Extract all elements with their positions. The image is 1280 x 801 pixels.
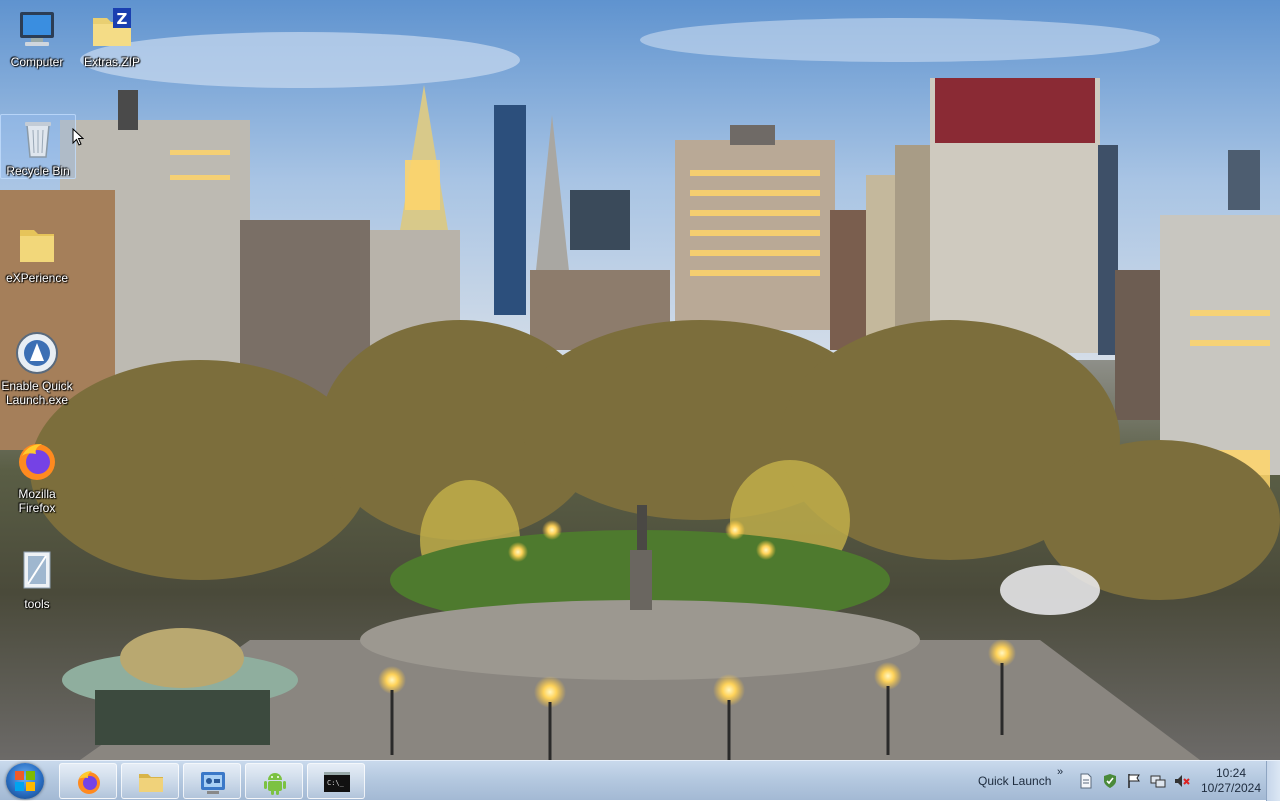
- desktop-icon-label: Computer: [10, 55, 64, 69]
- desktop-icon-experience[interactable]: eXPerience: [0, 222, 74, 285]
- control-panel-icon: [201, 772, 225, 794]
- taskbar-clock[interactable]: 10:24 10/27/2024: [1198, 766, 1264, 796]
- desktop-wallpaper: [0, 0, 1280, 760]
- clock-date: 10/27/2024: [1200, 781, 1262, 795]
- show-desktop-button[interactable]: [1266, 761, 1280, 801]
- start-button[interactable]: [6, 763, 44, 799]
- quick-launch-label[interactable]: Quick Launch: [978, 774, 1051, 788]
- tools-folder-icon: [23, 551, 51, 589]
- terminal-icon: C:\_: [324, 772, 350, 792]
- recycle-bin-icon: [25, 122, 51, 158]
- taskbar-explorer-button[interactable]: [121, 763, 179, 799]
- desktop-icon-extras-zip[interactable]: Z Extras.ZIP: [75, 6, 149, 69]
- quick-launch-chevron[interactable]: »: [1057, 766, 1063, 778]
- desktop-icon-label: Enable Quick Launch.exe: [1, 379, 73, 407]
- taskbar: C:\_ Quick Launch » 10:24 10/27/2024: [0, 760, 1280, 801]
- folder-icon: [139, 774, 163, 792]
- app-exe-icon: [16, 332, 58, 374]
- desktop-icon-label: tools: [24, 597, 50, 611]
- svg-text:Z: Z: [117, 10, 128, 28]
- wallpaper-scene: [0, 0, 1280, 760]
- taskbar-terminal-button[interactable]: C:\_: [307, 763, 365, 799]
- taskbar-control-panel-button[interactable]: [183, 763, 241, 799]
- desktop-icon-label: Mozilla Firefox: [18, 487, 56, 515]
- computer-icon: [20, 12, 54, 46]
- zip-folder-icon: Z: [93, 8, 131, 46]
- mouse-cursor-icon: [72, 128, 84, 146]
- document-icon[interactable]: [1078, 773, 1094, 789]
- network-icon[interactable]: [1150, 773, 1166, 789]
- desktop-icon-computer[interactable]: Computer: [0, 6, 74, 69]
- start-orb-icon: [15, 771, 35, 791]
- volume-muted-icon[interactable]: [1174, 773, 1190, 789]
- desktop-icon-label: eXPerience: [5, 271, 69, 285]
- desktop-icon-mozilla-firefox[interactable]: Mozilla Firefox: [0, 438, 74, 515]
- firefox-icon: [78, 771, 100, 794]
- desktop-icon-recycle-bin[interactable]: Recycle Bin: [0, 114, 76, 179]
- firefox-icon: [19, 444, 55, 480]
- taskbar-android-button[interactable]: [245, 763, 303, 799]
- taskbar-firefox-button[interactable]: [59, 763, 117, 799]
- clock-time: 10:24: [1215, 766, 1247, 780]
- desktop-icon-label: Recycle Bin: [6, 164, 70, 178]
- shield-check-icon[interactable]: [1102, 773, 1118, 789]
- desktop-icon-enable-quick-launch[interactable]: Enable Quick Launch.exe: [0, 330, 74, 407]
- folder-icon: [20, 230, 54, 262]
- desktop-icon-tools[interactable]: tools: [0, 548, 74, 611]
- desktop-icon-label: Extras.ZIP: [83, 55, 140, 69]
- svg-text:C:\_: C:\_: [327, 779, 345, 787]
- flag-icon[interactable]: [1126, 773, 1142, 789]
- android-icon: [264, 773, 286, 795]
